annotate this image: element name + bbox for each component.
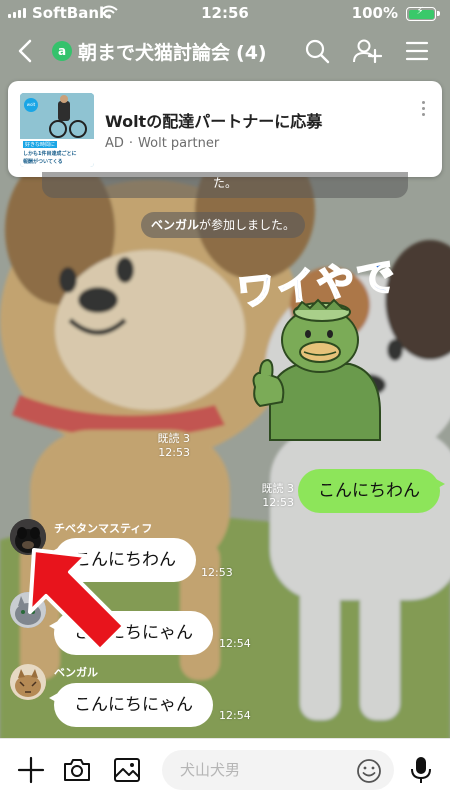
ad-thumbnail: wolt 好きな時間に しかも1件目達成ごとに 報酬がついてくる xyxy=(20,93,94,167)
ad-title: Woltの配達パートナーに応募 xyxy=(105,112,323,131)
timestamp: 12:54 xyxy=(219,709,251,722)
status-bar: SoftBank 12:56 100% xyxy=(0,0,450,26)
camera-icon[interactable] xyxy=(62,755,92,785)
ad-thumb-line3: 報酬がついてくる xyxy=(23,159,63,165)
sticker-meta: 既読 3 12:53 xyxy=(150,432,191,460)
system-message-joined: ベンガルが参加しました。 xyxy=(141,212,306,238)
emoji-icon[interactable] xyxy=(356,758,382,784)
timestamp: 12:54 xyxy=(219,637,251,650)
outgoing-message-bubble[interactable]: こんにちわん xyxy=(298,469,445,513)
image-icon[interactable] xyxy=(112,755,142,785)
incoming-message-bubble[interactable]: こんにちにゃん xyxy=(49,683,213,727)
mic-icon[interactable] xyxy=(406,755,436,785)
back-icon[interactable] xyxy=(12,36,40,66)
ad-thumb-line1: 好きな時間に xyxy=(23,141,58,148)
system-message-partial-text: た。 xyxy=(212,176,237,190)
battery-percent: 100% xyxy=(351,4,398,22)
member-count: (4) xyxy=(236,42,267,64)
ad-banner[interactable]: wolt 好きな時間に しかも1件目達成ごとに 報酬がついてくる Woltの配達… xyxy=(8,81,442,177)
chat-title[interactable]: 朝まで犬猫討論会 (4) xyxy=(78,38,267,65)
read-receipt: 既読 3 xyxy=(261,482,295,495)
sender-name: チベタンマスティフ xyxy=(54,522,153,535)
arrow-pointer-icon xyxy=(28,548,126,652)
ad-thumb-line2: しかも1件目達成ごとに xyxy=(23,151,77,157)
timestamp: 12:53 xyxy=(201,566,233,579)
menu-icon[interactable] xyxy=(402,36,432,66)
system-message-partial: た。 xyxy=(42,172,408,198)
avatar[interactable] xyxy=(10,664,46,700)
timestamp: 12:53 xyxy=(158,446,190,459)
message-input-bar xyxy=(0,738,450,800)
add-friend-icon[interactable] xyxy=(352,36,382,66)
sticker-message[interactable]: ワイやで xyxy=(230,253,420,452)
timestamp: 12:53 xyxy=(262,496,294,509)
kappa-sticker xyxy=(252,298,381,441)
chat-title-text: 朝まで犬猫討論会 xyxy=(78,42,231,64)
ad-meta: AD · Wolt partner xyxy=(105,136,219,151)
avatar-image xyxy=(10,664,46,700)
chat-header: a 朝まで犬猫討論会 (4) xyxy=(0,28,450,74)
joined-suffix: が参加しました。 xyxy=(199,218,296,232)
search-icon[interactable] xyxy=(302,36,332,66)
ad-label: AD xyxy=(105,136,124,151)
more-icon[interactable] xyxy=(418,101,428,121)
message-meta: 既読 3 12:53 xyxy=(254,482,295,510)
ad-advertiser: Wolt partner xyxy=(138,136,220,151)
read-receipt: 既読 3 xyxy=(157,432,191,445)
sender-name: ベンガル xyxy=(54,666,98,679)
joined-member-name: ベンガル xyxy=(151,218,200,232)
battery-icon xyxy=(406,6,440,21)
ad-separator: · xyxy=(128,136,134,151)
plus-icon[interactable] xyxy=(16,755,46,785)
ad-thumb-brand: wolt xyxy=(24,98,38,112)
group-badge: a xyxy=(52,41,72,61)
